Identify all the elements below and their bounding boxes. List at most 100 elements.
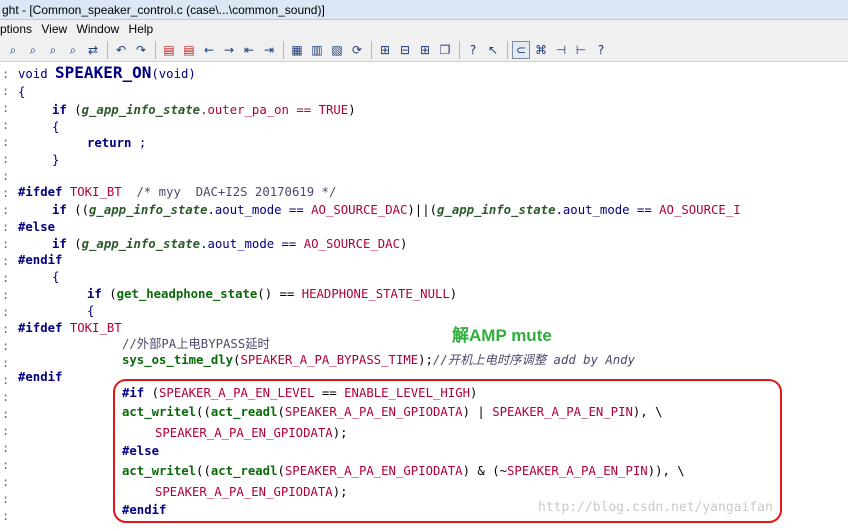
tree-left-icon[interactable]: ⊣ [552,41,570,59]
code-keyword: if [52,237,67,251]
layout-4-icon[interactable]: ❐ [436,41,454,59]
arrow-right-icon[interactable]: → [220,41,238,59]
window-title: ght - [Common_speaker_control.c (case\..… [2,3,325,17]
gutter-mark: : [2,84,10,98]
code-comment: /* myy DAC+I2S 20170619 */ [136,185,337,199]
gutter-mark: : [2,492,10,506]
code-comment: //开机上电时序调整 add by Andy [432,353,635,367]
code-line: { [87,303,94,320]
code-keyword: return [87,136,132,150]
menu-options[interactable]: ptions [0,20,38,38]
menu-view[interactable]: View [41,20,73,38]
book-icon[interactable]: ▥ [308,41,326,59]
gutter-mark: : [2,356,10,370]
code-line: if (g_app_info_state.aout_mode == AO_SOU… [52,236,407,253]
code-line: { [18,84,25,101]
preprocessor: #ifdef [18,185,63,199]
bookmark-prev-icon[interactable]: ▤ [160,41,178,59]
code-line: void SPEAKER_ON(void) [18,64,196,81]
layout-3-icon[interactable]: ⊞ [416,41,434,59]
pointer-help-icon[interactable]: ↖ [484,41,502,59]
code-line: #ifdef TOKI_BT [18,320,122,337]
context-help-icon[interactable]: ? [464,41,482,59]
gutter-mark: : [2,441,10,455]
replace-icon[interactable]: ⇄ [84,41,102,59]
bookmark-next-icon[interactable]: ▤ [180,41,198,59]
toolbar-separator [107,40,108,59]
code-text: (( [66,203,90,217]
watermark: http://blog.csdn.net/yangaifan [538,500,773,515]
undo-icon[interactable]: ↶ [112,41,130,59]
function-call: get_headphone_state [116,287,258,301]
gutter-mark: : [2,254,10,268]
gutter-mark: : [2,458,10,472]
gutter-mark: : [2,135,10,149]
help-icon[interactable]: ? [592,41,610,59]
menu-help[interactable]: Help [129,20,160,38]
code-line: } [52,152,59,169]
toolbar-separator [459,40,460,59]
gutter-mark: : [2,203,10,217]
find-files-icon[interactable]: ⌕ [64,41,82,59]
code-text: ) [449,287,458,301]
code-line: return ; [87,135,146,152]
code-keyword: if [87,287,102,301]
toolbar-separator [371,40,372,59]
toolbar: ⌕ ⌕ ⌕ ⌕ ⇄ ↶ ↷ ▤ ▤ ← → ⇤ ⇥ ▦ ▥ ▧ ⟳ ⊞ ⊟ ⊞ … [0,38,848,62]
gutter-mark: : [2,237,10,251]
code-keyword: if [52,203,67,217]
code-text: ); [418,353,433,367]
tree-right-icon[interactable]: ⊢ [572,41,590,59]
code-line: //外部PA上电BYPASS延时 [122,336,270,353]
code-brace: { [52,120,60,134]
gutter-mark: : [2,271,10,285]
annotation-label: 解AMP mute [452,326,552,345]
code-text: .aout_mode == [207,203,312,217]
binoculars-back-icon[interactable]: ⌕ [24,41,42,59]
symbol-window-icon[interactable]: ▦ [288,41,306,59]
jump-forward-icon[interactable]: ⇥ [260,41,278,59]
code-macro: AO_SOURCE_DAC [303,237,400,251]
layout-2-icon[interactable]: ⊟ [396,41,414,59]
arrow-left-icon[interactable]: ← [200,41,218,59]
toolbar-separator [155,40,156,59]
function-name: SPEAKER_ON [55,63,152,82]
binoculars-icon[interactable]: ⌕ [4,41,22,59]
code-line: sys_os_time_dly(SPEAKER_A_PA_BYPASS_TIME… [122,352,635,369]
code-text: () == [257,287,302,301]
layout-1-icon[interactable]: ⊞ [376,41,394,59]
code-text: ) [400,237,408,251]
gutter-mark: : [2,169,10,183]
refresh-icon[interactable]: ⟳ [348,41,366,59]
gutter-mark: : [2,424,10,438]
redo-icon[interactable]: ↷ [132,41,150,59]
dictionary-icon[interactable]: ▧ [328,41,346,59]
code-macro: AO_SOURCE_DAC [311,203,408,217]
code-line: if (get_headphone_state() == HEADPHONE_S… [87,286,457,303]
code-line: #else [18,219,55,236]
jump-back-icon[interactable]: ⇤ [240,41,258,59]
code-line: #endif [18,369,62,386]
binoculars-forward-icon[interactable]: ⌕ [44,41,62,59]
code-variable: g_app_info_state [89,203,208,217]
code-line: { [52,119,59,136]
code-brace: { [18,85,26,99]
gutter-mark: : [2,339,10,353]
toolbar-separator [283,40,284,59]
code-text: ( [101,287,117,301]
code-macro: HEADPHONE_STATE_NULL [301,287,450,301]
preprocessor: #else [18,220,56,234]
relation-icon[interactable]: ⌘ [532,41,550,59]
code-text: )||( [407,203,438,217]
code-keyword: if [52,103,67,117]
code-brace: { [87,304,95,318]
code-line: if ((g_app_info_state.aout_mode == AO_SO… [52,202,741,219]
code-macro: TOKI_BT [69,185,122,199]
code-macro: TRUE [318,103,349,117]
code-text: .outer_pa_on == [200,103,319,117]
gutter-mark: : [2,152,10,166]
code-line: #ifdef TOKI_BT /* myy DAC+I2S 20170619 *… [18,184,336,201]
sync-icon[interactable]: ⊂ [512,40,530,59]
code-macro: TOKI_BT [69,321,122,335]
menu-window[interactable]: Window [77,20,126,38]
